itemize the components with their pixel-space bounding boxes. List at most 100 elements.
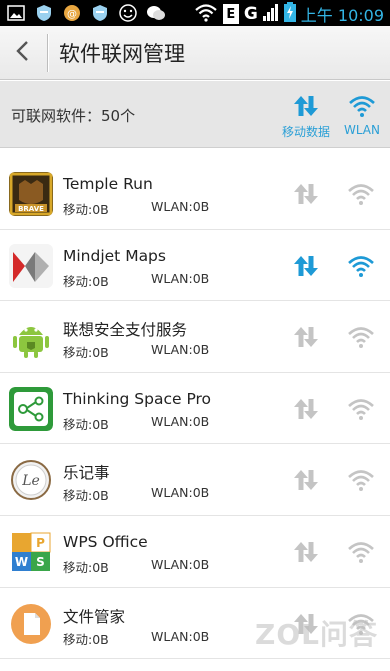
wlan-usage: WLAN:0B <box>151 485 210 501</box>
wifi-status-icon <box>194 2 218 26</box>
temple-run-app-icon: BRAVE <box>9 172 53 216</box>
mobile-data-icon <box>294 184 318 204</box>
battery-charging-icon <box>283 2 296 26</box>
wlan-toggle-on[interactable] <box>344 249 378 283</box>
shield-notification-icon <box>34 3 54 23</box>
app-usage: 移动:0B WLAN:0B <box>63 414 209 433</box>
mobile-usage: 移动:0B <box>63 559 109 575</box>
mobile-usage: 移动:0B <box>63 202 109 217</box>
svg-text:BRAVE: BRAVE <box>18 205 44 213</box>
wlan-usage: WLAN:0B <box>151 199 210 214</box>
mobile-data-toggle-off[interactable] <box>289 463 323 497</box>
wlan-usage: WLAN:0B <box>151 413 210 429</box>
mobile-data-label: 移动数据 <box>281 125 330 139</box>
list-item: PWS WPS Office 移动:0B WLAN:0B <box>0 515 390 588</box>
mobile-usage: 移动:0B <box>63 345 109 361</box>
shield-notification-icon-2 <box>90 3 110 23</box>
app-name: 文件管家 <box>63 607 126 626</box>
system-indicators: E G 上午 10:09 <box>194 2 384 26</box>
wlan-toggle-off[interactable] <box>344 320 378 354</box>
signal-strength-icon <box>262 3 279 25</box>
wlan-toggle-off[interactable] <box>344 535 378 569</box>
mobile-data-toggle-off[interactable] <box>289 320 323 354</box>
mobile-data-icon <box>294 327 318 348</box>
carrier-badge: E <box>222 4 239 24</box>
mobile-data-icon <box>294 398 318 419</box>
mobile-usage: 移动:0B <box>63 631 109 647</box>
wechat-notification-icon <box>146 3 166 23</box>
mobile-data-toggle-off[interactable] <box>289 177 323 211</box>
app-name: Mindjet Maps <box>63 246 166 265</box>
app-name: Temple Run <box>63 175 153 193</box>
mobile-usage: 移动:0B <box>63 488 109 504</box>
list-item: Mindjet Maps 移动:0B WLAN:0B <box>0 229 390 302</box>
app-usage: 移动:0B WLAN:0B <box>63 199 209 218</box>
app-usage: 移动:0B WLAN:0B <box>63 485 209 504</box>
title-bar: 软件联网管理 <box>0 26 390 80</box>
list-item: 联想安全支付服务 移动:0B WLAN:0B <box>0 301 390 373</box>
wlan-usage: WLAN:0B <box>151 628 210 644</box>
list-item: Le 乐记事 移动:0B WLAN:0B <box>0 444 390 516</box>
app-name: 乐记事 <box>63 464 110 483</box>
app-usage: 移动:0B WLAN:0B <box>63 271 209 290</box>
smiley-notification-icon <box>118 3 138 23</box>
app-list: BRAVE Temple Run 移动:0B WLAN:0B Mindjet M… <box>0 158 390 660</box>
status-bar: @ E G 上午 10:09 <box>0 0 390 26</box>
back-button[interactable] <box>0 26 46 80</box>
wlan-header[interactable]: WLAN <box>340 95 384 137</box>
wlan-usage: WLAN:0B <box>151 270 210 286</box>
wlan-usage: WLAN:0B <box>151 342 210 358</box>
network-type-label: G <box>243 4 258 24</box>
mobile-usage: 移动:0B <box>63 273 109 289</box>
wifi-icon <box>348 184 374 205</box>
mobile-data-icon <box>294 470 318 491</box>
mobile-data-toggle-off[interactable] <box>289 392 323 426</box>
mobile-data-toggle-on[interactable] <box>289 249 323 283</box>
watermark-logo: ZOL问答 <box>255 618 378 651</box>
app-name: WPS Office <box>63 532 148 551</box>
summary-bar: 可联网软件：50个 移动数据 WLAN <box>0 81 390 148</box>
wlan-toggle-off[interactable] <box>344 463 378 497</box>
svg-text:S: S <box>36 555 45 569</box>
wifi-icon <box>348 470 374 492</box>
mobile-data-icon <box>294 541 318 562</box>
mobile-data-header[interactable]: 移动数据 <box>281 95 331 140</box>
app-usage: 移动:0B WLAN:0B <box>63 557 209 576</box>
mobile-data-icon <box>294 255 318 276</box>
app-count-label: 可联网软件：50个 <box>11 107 136 125</box>
app-name: Thinking Space Pro <box>63 389 212 408</box>
mobile-usage: 移动:0B <box>63 416 109 432</box>
le-notes-app-icon: Le <box>9 458 53 503</box>
mindjet-maps-app-icon <box>9 243 53 288</box>
notification-icons: @ <box>6 3 166 23</box>
taobao-notification-icon: @ <box>62 3 82 23</box>
thinking-space-app-icon <box>9 386 53 431</box>
file-manager-app-icon <box>9 601 53 646</box>
clock: 上午 10:09 <box>300 6 384 25</box>
svg-text:P: P <box>36 536 45 550</box>
wifi-icon <box>348 398 374 420</box>
wifi-icon <box>348 255 374 277</box>
wlan-toggle-off[interactable] <box>344 177 378 211</box>
mobile-data-icon <box>293 95 319 121</box>
chevron-left-icon <box>15 40 31 66</box>
svg-text:Le: Le <box>21 473 40 489</box>
svg-text:W: W <box>15 555 28 569</box>
android-app-icon <box>9 315 53 360</box>
wlan-label: WLAN <box>343 123 380 137</box>
wps-office-app-icon: PWS <box>9 529 53 574</box>
svg-text:@: @ <box>67 9 77 20</box>
image-notification-icon <box>6 3 26 23</box>
wlan-usage: WLAN:0B <box>151 556 210 572</box>
list-item: BRAVE Temple Run 移动:0B WLAN:0B <box>0 158 390 230</box>
title-divider <box>47 34 48 72</box>
wifi-icon <box>348 327 374 349</box>
app-name: 联想安全支付服务 <box>63 321 188 340</box>
list-item: Thinking Space Pro 移动:0B WLAN:0B <box>0 372 390 445</box>
wlan-toggle-off[interactable] <box>344 392 378 426</box>
app-usage: 移动:0B WLAN:0B <box>63 342 209 361</box>
app-usage: 移动:0B WLAN:0B <box>63 629 209 648</box>
wifi-icon <box>348 542 374 563</box>
mobile-data-toggle-off[interactable] <box>289 535 323 569</box>
wifi-icon <box>349 95 375 121</box>
